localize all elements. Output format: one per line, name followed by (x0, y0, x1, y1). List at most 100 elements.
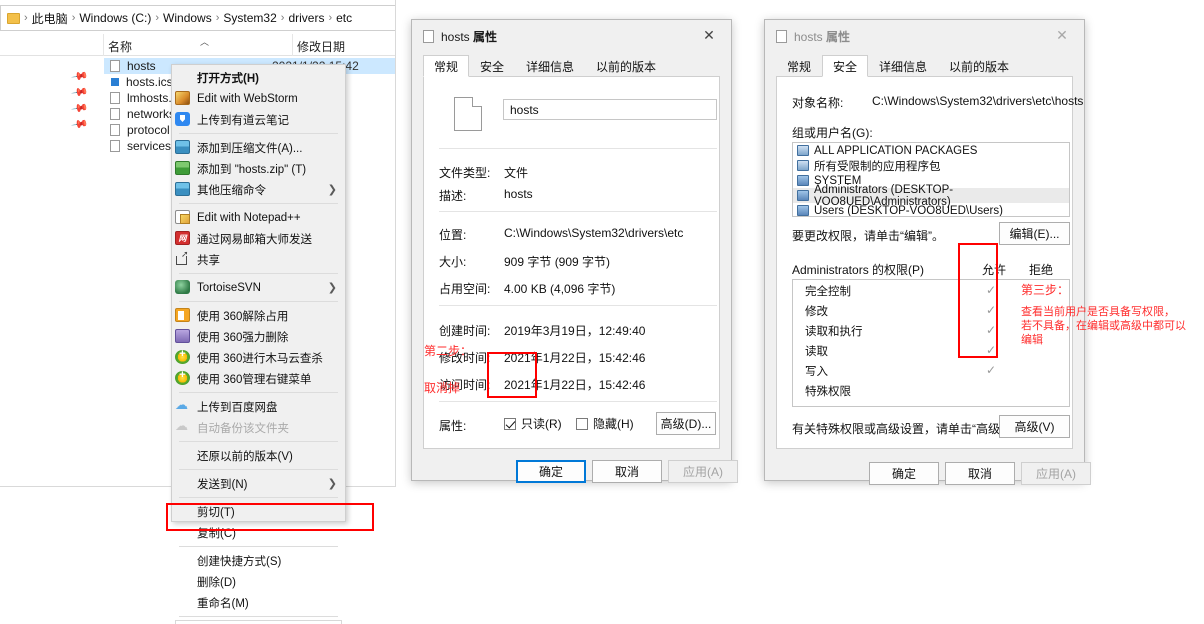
menu-item-rename[interactable]: 重命名(M) (172, 592, 345, 613)
menu-item-add-to-archive[interactable]: 添加到压缩文件(A)... (172, 137, 345, 158)
menu-item-open-with[interactable]: 打开方式(H) (172, 67, 345, 88)
360-scan-icon (175, 348, 191, 365)
menu-item-360-manage-menu[interactable]: 使用 360管理右键菜单 (172, 368, 345, 389)
divider (439, 211, 717, 212)
tab-general[interactable]: 常规 (423, 55, 470, 77)
ok-button[interactable]: 确定 (516, 460, 586, 483)
dialog-security-body: 对象名称: C:\Windows\System32\drivers\etc\ho… (776, 77, 1083, 449)
menu-item-other-archive-commands[interactable]: 其他压缩命令 ❯ (172, 179, 345, 200)
menu-item-upload-youdao[interactable]: 上传到有道云笔记 (172, 109, 345, 130)
user-group-icon (797, 190, 809, 201)
menu-item-send-to[interactable]: 发送到(N) ❯ (172, 473, 345, 494)
annotation-step-3-line2: 若不具备，在编辑或高级中都可以 (1021, 320, 1186, 332)
dialog-general-body: hosts 文件类型: 文件 描述: hosts 位置: C:\Windows\… (423, 77, 720, 449)
advanced-button[interactable]: 高级(D)... (656, 412, 716, 435)
menu-item-properties[interactable]: 属性(R) (175, 620, 342, 624)
close-icon[interactable]: ✕ (687, 20, 731, 51)
tab-previous-versions[interactable]: 以前的版本 (585, 55, 667, 77)
menu-item-label: 其他压缩命令 (197, 184, 266, 197)
annotation-step-2-title: 第二步： (424, 344, 473, 358)
cancel-button[interactable]: 取消 (945, 462, 1015, 485)
quick-access-pins: 📌 📌 📌 📌 (71, 62, 94, 135)
cancel-button[interactable]: 取消 (592, 460, 662, 483)
menu-item-create-shortcut[interactable]: 创建快捷方式(S) (172, 550, 345, 571)
menu-item-label: TortoiseSVN (197, 281, 261, 294)
hidden-checkbox[interactable]: 隐藏(H) (576, 415, 634, 432)
menu-item-add-to-hosts-zip[interactable]: 添加到 "hosts.zip" (T) (172, 158, 345, 179)
close-icon[interactable]: ✕ (1040, 20, 1084, 51)
ok-button[interactable]: 确定 (869, 462, 939, 485)
menu-item-edit-notepadpp[interactable]: Edit with Notepad++ (172, 207, 345, 228)
baidu-cloud-icon (175, 397, 191, 414)
breadcrumb-item-2[interactable]: Windows (161, 11, 214, 25)
folder-icon (7, 12, 20, 24)
field-label-size-on-disk: 占用空间: (439, 282, 491, 296)
dialog-title-bar: hosts 属性 ✕ (765, 20, 1084, 53)
menu-item-label: 使用 360进行木马云查杀 (197, 352, 323, 365)
permission-row[interactable]: 特殊权限 (793, 380, 1069, 400)
edit-button[interactable]: 编辑(E)... (999, 222, 1070, 245)
menu-item-label: 使用 360管理右键菜单 (197, 373, 312, 386)
breadcrumb-item-5[interactable]: etc (334, 11, 354, 25)
column-header-date[interactable]: 修改日期 (297, 38, 345, 55)
field-label-created: 创建时间: (439, 324, 491, 338)
breadcrumb-item-4[interactable]: drivers (286, 11, 326, 25)
advanced-button[interactable]: 高级(V) (999, 415, 1070, 438)
menu-item-copy[interactable]: 复制(C) (172, 522, 345, 543)
tab-security[interactable]: 安全 (822, 55, 869, 77)
list-item[interactable]: ALL APPLICATION PACKAGES (793, 143, 1069, 158)
dialog-title-file: hosts (794, 30, 823, 44)
menu-separator (179, 392, 338, 393)
checkbox-box (504, 417, 516, 430)
menu-item-restore-previous-versions[interactable]: 还原以前的版本(V) (172, 445, 345, 466)
menu-item-upload-baidu[interactable]: 上传到百度网盘 (172, 396, 345, 417)
file-icon (110, 60, 120, 72)
menu-item-share[interactable]: 共享 (172, 249, 345, 270)
list-item[interactable]: Administrators (DESKTOP-VOO8UED\Administ… (793, 184, 1069, 208)
share-icon (175, 249, 191, 267)
field-value-size: 909 字节 (909 字节) (504, 255, 611, 269)
tab-details[interactable]: 详细信息 (868, 55, 938, 77)
breadcrumb-item-3[interactable]: System32 (221, 11, 278, 25)
dialog-tabs: 常规 安全 详细信息 以前的版本 (765, 53, 1084, 77)
tab-general[interactable]: 常规 (776, 55, 822, 77)
filename-input[interactable]: hosts (503, 99, 717, 120)
menu-item-label: 还原以前的版本(V) (197, 450, 293, 463)
menu-item-edit-webstorm[interactable]: Edit with WebStorm (172, 88, 345, 109)
menu-item-label: 发送到(N) (197, 478, 248, 491)
field-label-location: 位置: (439, 228, 467, 242)
menu-item-cut[interactable]: 剪切(T) (172, 501, 345, 522)
tab-security[interactable]: 安全 (469, 55, 515, 77)
menu-separator (179, 469, 338, 470)
menu-item-label: Edit with Notepad++ (197, 211, 301, 224)
menu-item-label: 添加到 "hosts.zip" (T) (197, 163, 307, 176)
column-header-name[interactable]: 名称 (108, 38, 132, 55)
breadcrumb-item-0[interactable]: 此电脑 (30, 10, 70, 27)
field-value-filetype: 文件 (504, 166, 529, 180)
permission-row[interactable]: 写入 ✓ (793, 360, 1069, 380)
checkbox-box (576, 417, 588, 430)
tab-previous-versions[interactable]: 以前的版本 (938, 55, 1020, 77)
groups-listbox[interactable]: ALL APPLICATION PACKAGES 所有受限制的应用程序包 SYS… (792, 142, 1070, 217)
readonly-checkbox[interactable]: 只读(R) (504, 415, 562, 432)
menu-item-tortoisesvn[interactable]: TortoiseSVN ❯ (172, 277, 345, 298)
file-icon (776, 30, 787, 43)
group-name: 所有受限制的应用程序包 (814, 160, 941, 173)
tab-details[interactable]: 详细信息 (515, 55, 585, 77)
menu-item-360-force-delete[interactable]: 使用 360强力删除 (172, 326, 345, 347)
webstorm-icon (175, 91, 191, 106)
package-icon (797, 160, 809, 171)
menu-item-delete[interactable]: 删除(D) (172, 571, 345, 592)
menu-item-label: 上传到百度网盘 (197, 401, 278, 414)
dialog-title-bar: hosts 属性 ✕ (412, 20, 731, 53)
hosts-properties-general-dialog: hosts 属性 ✕ 常规 安全 详细信息 以前的版本 hosts 文件类型: … (411, 19, 738, 483)
breadcrumb-item-1[interactable]: Windows (C:) (77, 11, 153, 25)
menu-item-360-unlock[interactable]: 使用 360解除占用 (172, 305, 345, 326)
baidu-cloud-icon (175, 418, 191, 435)
list-item[interactable]: 所有受限制的应用程序包 (793, 158, 1069, 173)
column-header-row: 名称 ︿ 修改日期 (0, 34, 395, 56)
address-bar[interactable]: › 此电脑 › Windows (C:) › Windows › System3… (0, 5, 395, 31)
menu-item-360-trojan-scan[interactable]: 使用 360进行木马云查杀 (172, 347, 345, 368)
dialog-footer: 确定 取消 应用(A) (412, 449, 738, 495)
menu-item-netease-mail[interactable]: 网 通过网易邮箱大师发送 (172, 228, 345, 249)
